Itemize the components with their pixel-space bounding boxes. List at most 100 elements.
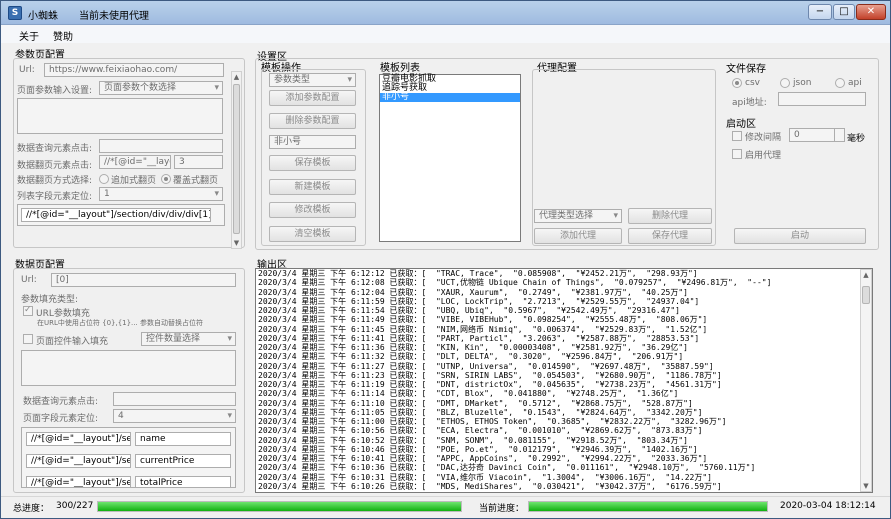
start-area-title: 启动区 (726, 119, 756, 130)
maximize-button[interactable]: □ (833, 4, 855, 20)
delete-proxy-button[interactable]: 删除代理 (628, 208, 712, 224)
append-page-radio[interactable] (99, 174, 109, 184)
field-name-3[interactable]: totalPrice (135, 476, 231, 487)
use-proxy-label: 启用代理 (745, 151, 782, 161)
api-address-field[interactable] (778, 92, 866, 106)
start-button[interactable]: 启动 (734, 228, 866, 244)
field-name-1[interactable]: name (135, 432, 231, 446)
template-listbox[interactable]: 豆瓣电影抓取 追踪号获取 非小号 (379, 74, 521, 242)
close-button[interactable]: ✕ (856, 4, 886, 20)
output-scroll-down-icon[interactable]: ▼ (861, 481, 871, 491)
log-line: 2020/3/4 星期三 下午 6:11:05 已获取：[ "BLZ, Bluz… (258, 407, 703, 417)
output-scrollbar[interactable]: ▲ ▼ (860, 269, 872, 492)
field-xpath-3[interactable]: //*[@id="__layout"]/sec (26, 476, 131, 487)
window-title: 小蜘蛛 (28, 11, 58, 22)
log-line: 2020/3/4 星期三 下午 6:10:36 已获取：[ "DAC,达芬奇 D… (258, 463, 756, 473)
ctrl-fill-panel (21, 350, 236, 386)
output-log[interactable]: 2020/3/4 星期三 下午 6:12:12 已获取：[ "TRAC, Tra… (255, 268, 873, 493)
log-line: 2020/3/4 星期三 下午 6:11:10 已获取：[ "DMT, DMar… (258, 398, 693, 408)
field-xpath-2[interactable]: //*[@id="__layout"]/sec (26, 454, 131, 468)
proxy-type-select[interactable]: 代理类型选择 (534, 209, 622, 223)
minimize-button[interactable]: − (808, 4, 832, 20)
url-fill-checkbox[interactable] (23, 305, 33, 316)
append-page-label: 追加式翻页 (111, 176, 157, 186)
interval-field[interactable]: 0 (789, 128, 845, 142)
field-name-2[interactable]: currentPrice (135, 454, 231, 468)
menu-sponsor[interactable]: 赞助 (53, 28, 73, 43)
api-radio[interactable] (835, 78, 845, 88)
field-xpath-1[interactable]: //*[@id="__layout"]/sec (26, 432, 131, 446)
use-proxy-checkbox[interactable] (732, 149, 742, 159)
data-query-click-field[interactable] (113, 392, 236, 406)
param-query-click-field[interactable] (99, 139, 223, 153)
csv-label: csv (745, 78, 760, 88)
interval-checkbox[interactable] (732, 131, 742, 141)
current-progress-fill (529, 502, 767, 511)
log-line: 2020/3/4 星期三 下午 6:11:00 已获取：[ "ETHOS, ET… (258, 417, 727, 426)
title-bar[interactable]: S 小蜘蛛 当前未使用代理 − □ ✕ (1, 1, 890, 25)
total-progress-fill (98, 502, 461, 511)
save-proxy-button[interactable]: 保存代理 (628, 228, 712, 244)
scroll-up-icon[interactable]: ▲ (232, 72, 241, 82)
csv-radio[interactable] (732, 78, 742, 88)
interval-spinner[interactable] (834, 129, 844, 141)
save-template-button[interactable]: 保存模板 (269, 155, 356, 171)
ctrl-count-select[interactable]: 控件数量选择 (141, 332, 236, 346)
file-save-title: 文件保存 (726, 64, 766, 75)
log-line: 2020/3/4 星期三 下午 6:11:27 已获取：[ "UTNP, Uni… (258, 361, 714, 371)
param-type-select[interactable]: 参数类型 (269, 73, 356, 87)
log-line: 2020/3/4 星期三 下午 6:11:59 已获取：[ "LOC, Lock… (258, 296, 700, 306)
log-line: 2020/3/4 星期三 下午 6:11:54 已获取：[ "UBQ, Ubiq… (258, 306, 680, 315)
log-line: 2020/3/4 星期三 下午 6:11:19 已获取：[ "DNT, dist… (258, 380, 722, 389)
output-scroll-up-icon[interactable]: ▲ (861, 270, 871, 280)
page-click-xpath-field[interactable]: //*[@id="__layo (99, 155, 171, 169)
list-locate-select[interactable]: 1 (99, 187, 223, 201)
new-template-button[interactable]: 新建模板 (269, 179, 356, 195)
param-url-label: Url: (19, 65, 35, 75)
scroll-thumb[interactable] (233, 84, 240, 234)
log-line: 2020/3/4 星期三 下午 6:11:36 已获取：[ "KIN, Kin"… (258, 343, 688, 352)
api-label: api (848, 78, 862, 88)
log-line: 2020/3/4 星期三 下午 6:11:45 已获取：[ "NIM,网络币 N… (258, 324, 708, 334)
json-radio[interactable] (780, 78, 790, 88)
log-line: 2020/3/4 星期三 下午 6:10:46 已获取：[ "POE, Po.e… (258, 444, 698, 454)
ctrl-fill-checkbox[interactable] (23, 334, 33, 344)
param-config-scrollbar[interactable]: ▲ ▼ (231, 71, 242, 249)
url-fill-hint: 在URL中使用占位符 {0},{1}... 参数自动替换占位符 (37, 319, 203, 327)
add-param-button[interactable]: 添加参数配置 (269, 90, 356, 106)
overwrite-page-radio[interactable] (161, 174, 171, 184)
scroll-down-icon[interactable]: ▼ (232, 238, 241, 248)
field-list-panel: //*[@id="__layout"]/sec name //*[@id="__… (21, 427, 236, 488)
data-query-click-label: 数据查询元素点击: (23, 397, 99, 407)
list-locate-label: 列表字段元素定位: (17, 192, 93, 202)
list-xpath-field[interactable]: //*[@id="__layout"]/section/div/div/div[… (21, 208, 211, 222)
total-progress-value: 300/227 (56, 501, 94, 511)
page-click-count-field[interactable]: 3 (174, 155, 223, 169)
template-item-feixiaohao[interactable]: 非小号 (380, 93, 520, 102)
page-click-label: 数据翻页元素点击: (17, 161, 93, 171)
spider-app-icon: S (8, 6, 22, 20)
edit-template-button[interactable]: 修改模板 (269, 202, 356, 218)
clear-template-button[interactable]: 清空模板 (269, 226, 356, 242)
log-line: 2020/3/4 星期三 下午 6:11:41 已获取：[ "PART, Par… (258, 333, 700, 343)
page-param-count-select[interactable]: 页面参数个数选择 (99, 81, 223, 95)
field-locate-label: 页面字段元素定位: (23, 414, 99, 424)
log-line: 2020/3/4 星期三 下午 6:10:41 已获取：[ "APPC, App… (258, 454, 708, 463)
output-scroll-thumb[interactable] (862, 286, 870, 304)
data-url-field[interactable]: [0] (51, 273, 236, 287)
log-line: 2020/3/4 星期三 下午 6:11:49 已获取：[ "VIBE, VIB… (258, 315, 708, 325)
field-locate-select[interactable]: 4 (113, 409, 236, 423)
param-url-field[interactable]: https://www.feixiaohao.com/ (44, 63, 224, 77)
add-proxy-button[interactable]: 添加代理 (534, 228, 622, 244)
status-datetime: 2020-03-04 18:12:14 (780, 501, 876, 511)
template-name-field[interactable]: 非小号 (269, 135, 356, 149)
log-line: 2020/3/4 星期三 下午 6:10:31 已获取：[ "VIA,维尔币 V… (258, 472, 712, 482)
ctrl-fill-label: 页面控件输入填充 (36, 337, 109, 347)
menu-about[interactable]: 关于 (19, 28, 39, 43)
interval-unit-label: 毫秒 (847, 134, 866, 144)
log-line: 2020/3/4 星期三 下午 6:12:04 已获取：[ "XAUR, Xau… (258, 287, 688, 297)
log-line: 2020/3/4 星期三 下午 6:10:26 已获取：[ "MDS, Medi… (258, 481, 722, 491)
delete-param-button[interactable]: 删除参数配置 (269, 113, 356, 129)
data-url-label: Url: (21, 275, 37, 285)
log-line: 2020/3/4 星期三 下午 6:12:12 已获取：[ "TRAC, Tra… (258, 269, 698, 278)
